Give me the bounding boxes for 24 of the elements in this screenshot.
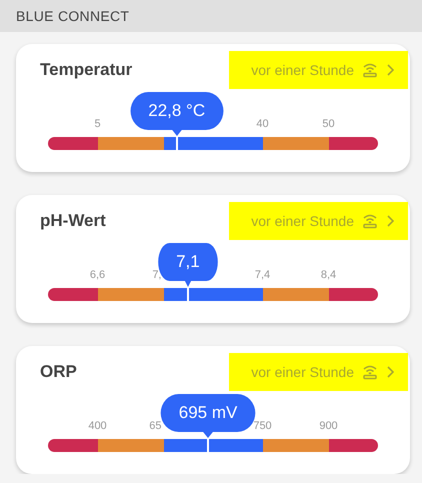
card-title: ORP	[40, 362, 77, 382]
scale-tick-label: 7,	[152, 269, 162, 281]
scale-tick-label: 400	[88, 420, 107, 432]
app-title: BLUE CONNECT	[16, 8, 130, 24]
chevron-right-icon	[386, 366, 394, 378]
scale-tick-label: 50	[322, 118, 335, 130]
hub-signal-icon	[362, 62, 378, 78]
scale-tick-label: 900	[319, 420, 338, 432]
scale-tick-label: 5	[94, 118, 101, 130]
scale-tick-label: 7,4	[254, 269, 270, 281]
last-update-link[interactable]: vor einer Stunde	[229, 51, 408, 89]
card-title: pH-Wert	[40, 211, 106, 231]
scale-tick-label: 65	[149, 420, 162, 432]
chevron-right-icon	[386, 215, 394, 227]
last-update-link[interactable]: vor einer Stunde	[229, 202, 408, 240]
scale-tick-label: 6,6	[90, 269, 106, 281]
scale-tick-label: 750	[253, 420, 272, 432]
hub-signal-icon	[362, 364, 378, 380]
scale-tick-label: 8,4	[320, 269, 336, 281]
last-update-link[interactable]: vor einer Stunde	[229, 353, 408, 391]
scale-tick-label: 40	[256, 118, 269, 130]
card-title: Temperatur	[40, 60, 132, 80]
chevron-right-icon	[386, 64, 394, 76]
hub-signal-icon	[362, 213, 378, 229]
